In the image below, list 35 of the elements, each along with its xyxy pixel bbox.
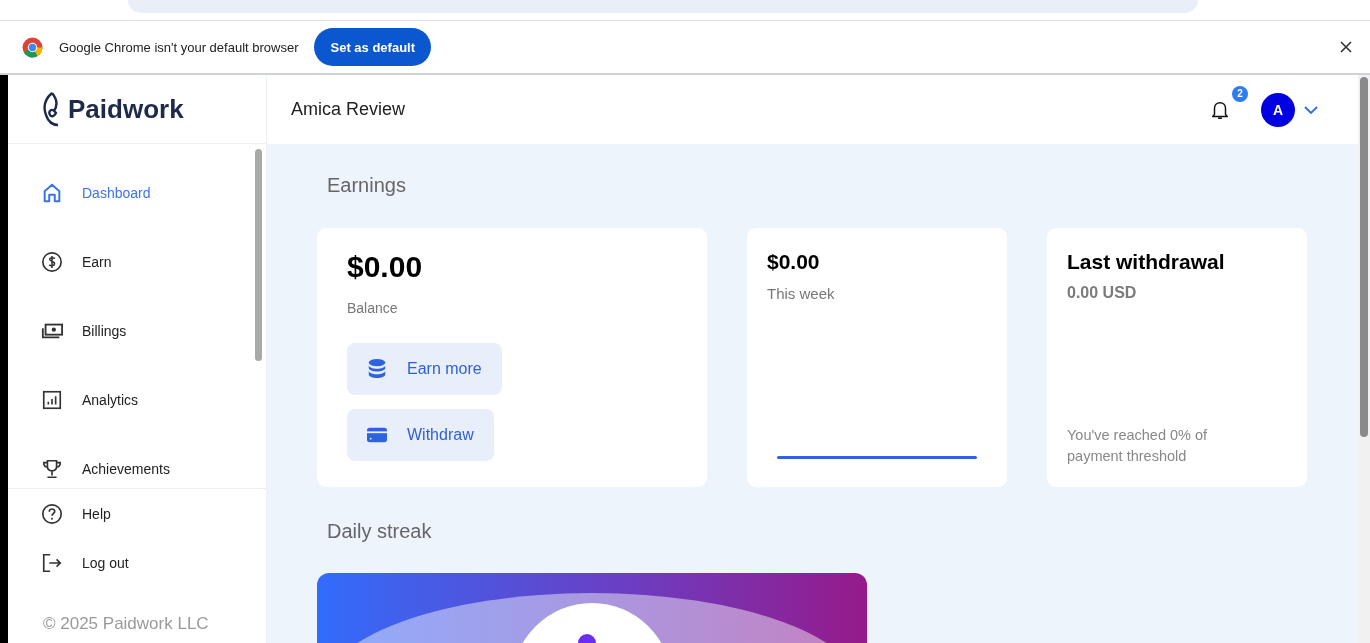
page-title: Amica Review — [291, 99, 406, 120]
logout-icon — [41, 551, 63, 574]
sidebar-item[interactable]: Earn — [8, 227, 266, 296]
scrollbar-thumb[interactable] — [1360, 77, 1368, 437]
balance-amount: $0.00 — [347, 250, 424, 284]
chevron-down-icon[interactable] — [1304, 105, 1318, 114]
logo-text: Paidwork — [68, 93, 184, 125]
threshold-note: You've reached 0% of payment threshold — [1067, 426, 1209, 466]
infobar-message: Google Chrome isn't your default browser — [59, 39, 299, 55]
section-heading: Daily streak — [327, 520, 433, 543]
weekly-label: This week — [767, 285, 836, 302]
coin-stack-icon — [367, 358, 387, 380]
trophy-icon — [41, 457, 63, 480]
sidebar-item[interactable]: Analytics — [8, 365, 266, 434]
withdrawal-amount: 0.00 USD — [1067, 284, 1138, 302]
help-icon — [41, 502, 63, 525]
sidebar-item[interactable]: Billings — [8, 296, 266, 365]
withdraw-button[interactable]: Withdraw — [347, 409, 494, 461]
set-default-button[interactable]: Set as default — [314, 28, 431, 66]
sidebar-item[interactable]: Log out — [8, 538, 266, 587]
balance-label: Balance — [347, 300, 399, 316]
notification-badge: 2 — [1232, 85, 1248, 102]
home-icon — [41, 181, 63, 204]
copyright-text: © 2025 Paidwork LLC — [42, 614, 210, 634]
avatar[interactable]: A — [1261, 92, 1295, 127]
weekly-amount: $0.00 — [767, 250, 821, 274]
section-heading: Earnings — [327, 174, 407, 197]
dollar-icon — [41, 250, 63, 273]
earn-more-button[interactable]: Earn more — [347, 343, 502, 395]
close-icon[interactable] — [1340, 41, 1352, 53]
sidebar-item[interactable]: Dashboard — [8, 158, 266, 227]
withdrawal-title: Last withdrawal — [1067, 250, 1226, 274]
scrollbar-thumb[interactable] — [255, 149, 262, 361]
browser-logo-icon — [22, 36, 43, 58]
bar-chart-icon — [41, 388, 63, 411]
